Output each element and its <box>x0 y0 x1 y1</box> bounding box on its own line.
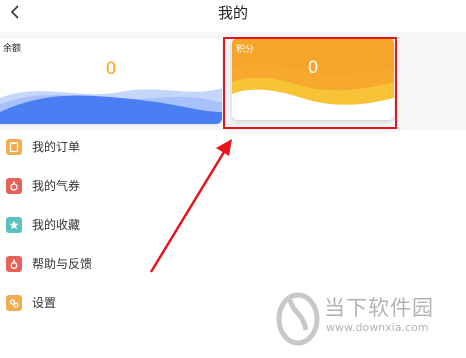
watermark-title: 当下软件园 <box>324 296 434 320</box>
menu-label: 我的订单 <box>32 140 81 154</box>
balance-wave-graphic <box>0 88 222 124</box>
points-card[interactable]: 积分 0 <box>232 38 394 120</box>
downxia-logo-icon <box>276 292 320 346</box>
balance-card[interactable]: 余额 0 <box>0 38 222 124</box>
menu-item-favorites[interactable]: 我的收藏 <box>0 211 460 241</box>
watermark: 当下软件园 www.downxia.com <box>276 286 456 352</box>
points-label: 积分 <box>236 45 255 55</box>
balance-value: 0 <box>105 59 117 79</box>
points-value: 0 <box>307 58 319 78</box>
watermark-url: www.downxia.com <box>326 321 429 334</box>
balance-label: 余额 <box>3 44 22 54</box>
header: 我的 <box>0 0 466 32</box>
menu-label: 我的气券 <box>32 179 81 193</box>
points-wave-graphic <box>232 38 394 120</box>
menu-label: 设置 <box>32 296 57 310</box>
clipboard-icon <box>6 139 22 155</box>
menu-item-help-feedback[interactable]: 帮助与反馈 <box>0 250 460 280</box>
menu-item-orders[interactable]: 我的订单 <box>0 133 460 163</box>
ticket-icon <box>6 178 22 194</box>
menu-label: 我的收藏 <box>32 218 81 232</box>
help-icon <box>6 256 22 272</box>
menu-item-coupons[interactable]: 我的气券 <box>0 172 460 202</box>
page-title: 我的 <box>217 4 248 22</box>
star-icon <box>6 217 22 233</box>
gear-icon <box>6 295 22 311</box>
menu-label: 帮助与反馈 <box>32 257 93 271</box>
